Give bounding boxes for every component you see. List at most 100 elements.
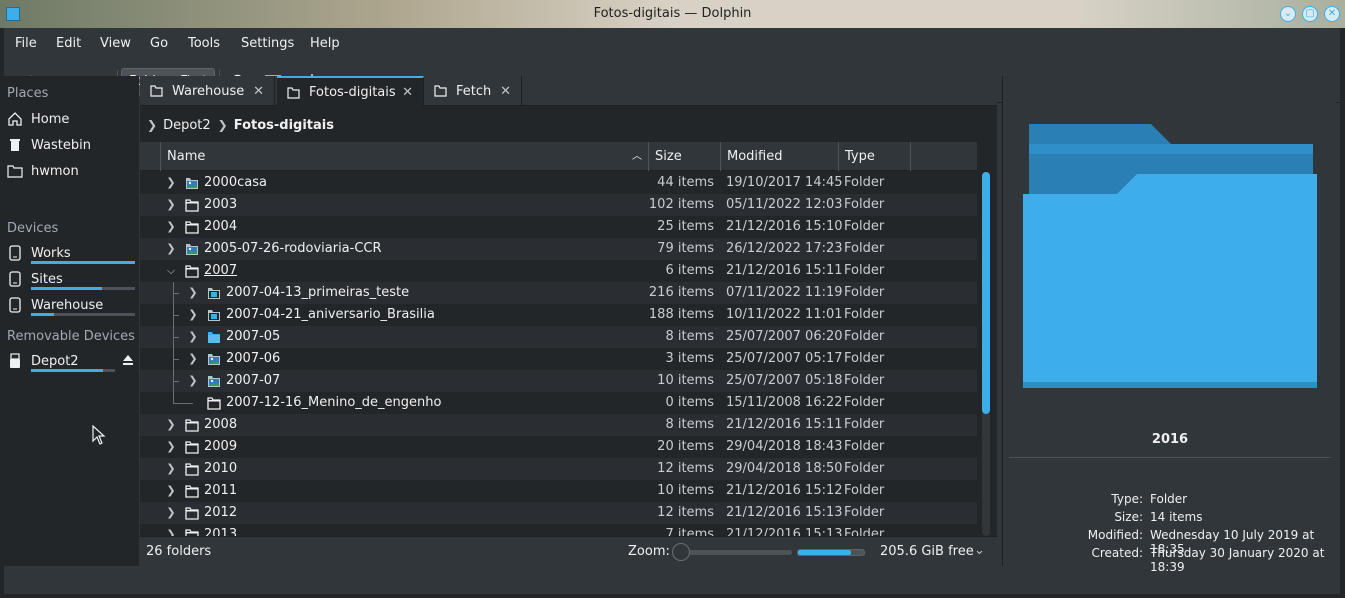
chevron-right-icon[interactable]: ❯ <box>165 172 177 194</box>
table-row[interactable]: ❯ 2007-04-21_aniversario_Brasilia 188 item… <box>140 304 977 326</box>
breadcrumb-item[interactable]: Depot2 <box>163 118 211 133</box>
table-row[interactable]: ❯ 2007-05 8 items 25/07/2007 06:20 Folder <box>140 326 977 348</box>
chevron-right-icon[interactable]: ❯ <box>165 194 177 216</box>
mouse-cursor-icon <box>92 425 106 445</box>
image-folder-icon <box>207 374 221 387</box>
close-tab-icon[interactable]: ✕ <box>253 84 264 99</box>
info-divider <box>1009 457 1331 458</box>
column-modified[interactable]: Modified <box>720 142 838 171</box>
chevron-down-icon[interactable]: ⌵ <box>165 260 177 282</box>
place-home[interactable]: Home <box>7 107 135 131</box>
row-size: 0 items <box>665 395 714 410</box>
device-works[interactable]: Works <box>7 241 135 265</box>
zoom-slider-handle[interactable] <box>672 543 690 561</box>
table-row[interactable]: ❯ 2008 8 items 21/12/2016 15:11 Folder <box>140 414 977 436</box>
chevron-right-icon[interactable]: ❯ <box>165 524 177 536</box>
eject-icon[interactable] <box>121 353 135 371</box>
row-name: 2009 <box>204 439 238 454</box>
menu-tools[interactable]: Tools <box>188 36 220 51</box>
breadcrumb: ❯ Depot2 ❯ Fotos-digitais <box>140 114 334 136</box>
table-row[interactable]: ❯ 2013 7 items 21/12/2016 15:13 Folder <box>140 524 977 536</box>
chevron-right-icon[interactable]: ❯ <box>165 216 177 238</box>
device-warehouse[interactable]: Warehouse <box>7 293 135 317</box>
device-label: Warehouse <box>31 297 104 313</box>
places-heading: Places <box>7 86 49 101</box>
row-name: 2007-12-16_Menino_de_engenho <box>226 395 442 410</box>
table-row[interactable]: ❯ 2007-04-13_primeiras_teste 216 items 07/1… <box>140 282 977 304</box>
menu-edit[interactable]: Edit <box>56 36 81 51</box>
vertical-scrollbar[interactable] <box>982 172 990 536</box>
table-row[interactable]: ❯ 2012 12 items 21/12/2016 15:13 Folder <box>140 502 977 524</box>
chevron-right-icon: ❯ <box>147 118 158 132</box>
device-depot2[interactable]: Depot2 <box>7 349 135 373</box>
table-row[interactable]: ❯ 2005-07-26-rodoviaria-CCR 79 items 26/12/… <box>140 238 977 260</box>
chevron-right-icon[interactable]: ❯ <box>165 458 177 480</box>
table-row[interactable]: ❯ 2007-06 3 items 25/07/2007 05:17 Folder <box>140 348 977 370</box>
tree-line <box>173 337 179 338</box>
chevron-right-icon[interactable]: ❯ <box>165 480 177 502</box>
close-tab-icon[interactable]: ✕ <box>500 84 511 99</box>
breadcrumb-current[interactable]: Fotos-digitais <box>234 118 334 133</box>
table-row[interactable]: ⌵ 2007 6 items 21/12/2016 15:11 Folder <box>140 260 977 282</box>
maximize-button[interactable]: ▢ <box>1302 6 1318 22</box>
row-modified: 26/12/2022 17:23 <box>726 241 843 256</box>
table-row[interactable]: ❯ 2004 25 items 21/12/2016 15:10 Folder <box>140 216 977 238</box>
menu-file[interactable]: File <box>15 36 37 51</box>
chevron-right-icon[interactable]: ❯ <box>165 414 177 436</box>
capacity-bar <box>31 261 135 264</box>
tab-fotos-digitais[interactable]: Fotos-digitais ✕ <box>277 76 424 107</box>
chevron-right-icon[interactable]: ❯ <box>165 502 177 524</box>
row-size: 25 items <box>657 219 714 234</box>
file-list: ❯ 2000casa 44 items 19/10/2017 14:45 Folder ❯… <box>140 172 977 536</box>
zoom-slider[interactable] <box>684 550 792 555</box>
scrollbar-thumb[interactable] <box>982 172 990 414</box>
row-type: Folder <box>844 351 885 366</box>
column-type[interactable]: Type <box>838 142 910 171</box>
table-row[interactable]: ❯ 2000casa 44 items 19/10/2017 14:45 Folder <box>140 172 977 194</box>
chevron-right-icon[interactable]: ❯ <box>187 304 199 326</box>
table-row[interactable]: ❯ 2011 10 items 21/12/2016 15:12 Folder <box>140 480 977 502</box>
chevron-right-icon[interactable]: ❯ <box>165 436 177 458</box>
table-row[interactable]: ❯ 2007-07 10 items 25/07/2007 05:18 Folder <box>140 370 977 392</box>
main-view: Warehouse ✕ Fotos-digitais ✕ Fetch ✕ ❯ D… <box>140 76 997 566</box>
menu-settings[interactable]: Settings <box>241 36 294 51</box>
tab-warehouse[interactable]: Warehouse ✕ <box>140 76 275 106</box>
tab-fetch[interactable]: Fetch ✕ <box>424 76 522 106</box>
close-window-button[interactable]: ✕ <box>1324 6 1340 22</box>
menu-bar: File Edit View Go Tools Settings Help <box>4 28 1340 58</box>
table-row[interactable]: ❯ 2009 20 items 29/04/2018 18:43 Folder <box>140 436 977 458</box>
chevron-down-icon[interactable]: ⌄ <box>974 543 985 558</box>
close-tab-icon[interactable]: ✕ <box>402 85 413 100</box>
minimize-button[interactable]: ⌄ <box>1280 6 1296 22</box>
chevron-right-icon[interactable]: ❯ <box>187 370 199 392</box>
row-type: Folder <box>844 527 885 536</box>
meta-value: 14 items <box>1150 510 1203 524</box>
row-modified: 21/12/2016 15:12 <box>726 483 843 498</box>
chevron-right-icon[interactable]: ❯ <box>187 348 199 370</box>
place-hwmon[interactable]: hwmon <box>7 159 135 183</box>
row-type: Folder <box>844 241 885 256</box>
row-name: 2007-05 <box>226 329 281 344</box>
place-wastebin[interactable]: Wastebin <box>7 133 135 157</box>
information-panel: 2016 Type: Folder Size: 14 items Modifie… <box>1002 76 1337 574</box>
menu-view[interactable]: View <box>100 36 131 51</box>
column-size[interactable]: Size <box>648 142 720 171</box>
free-space-label[interactable]: 205.6 GiB free <box>880 544 974 559</box>
chevron-right-icon[interactable]: ❯ <box>187 282 199 304</box>
row-size: 216 items <box>648 285 714 300</box>
table-row[interactable]: 2007-12-16_Menino_de_engenho 0 items 15/11… <box>140 392 977 414</box>
meta-size: Size: 14 items <box>1003 510 1337 528</box>
table-row[interactable]: ❯ 2010 12 items 29/04/2018 18:50 Folder <box>140 458 977 480</box>
zoom-label: Zoom: <box>628 544 670 559</box>
table-row[interactable]: ❯ 2003 102 items 05/11/2022 12:03 Folder <box>140 194 977 216</box>
menu-help[interactable]: Help <box>310 36 340 51</box>
column-name[interactable]: Name ︿ <box>160 142 648 171</box>
chevron-right-icon[interactable]: ❯ <box>165 238 177 260</box>
chevron-right-icon[interactable]: ❯ <box>187 326 199 348</box>
menu-go[interactable]: Go <box>150 36 168 51</box>
row-name: 2011 <box>204 483 238 498</box>
row-type: Folder <box>844 417 885 432</box>
row-size: 10 items <box>657 373 714 388</box>
device-sites[interactable]: Sites <box>7 267 135 291</box>
row-name: 2007-04-21_aniversario_Brasilia <box>226 307 435 322</box>
